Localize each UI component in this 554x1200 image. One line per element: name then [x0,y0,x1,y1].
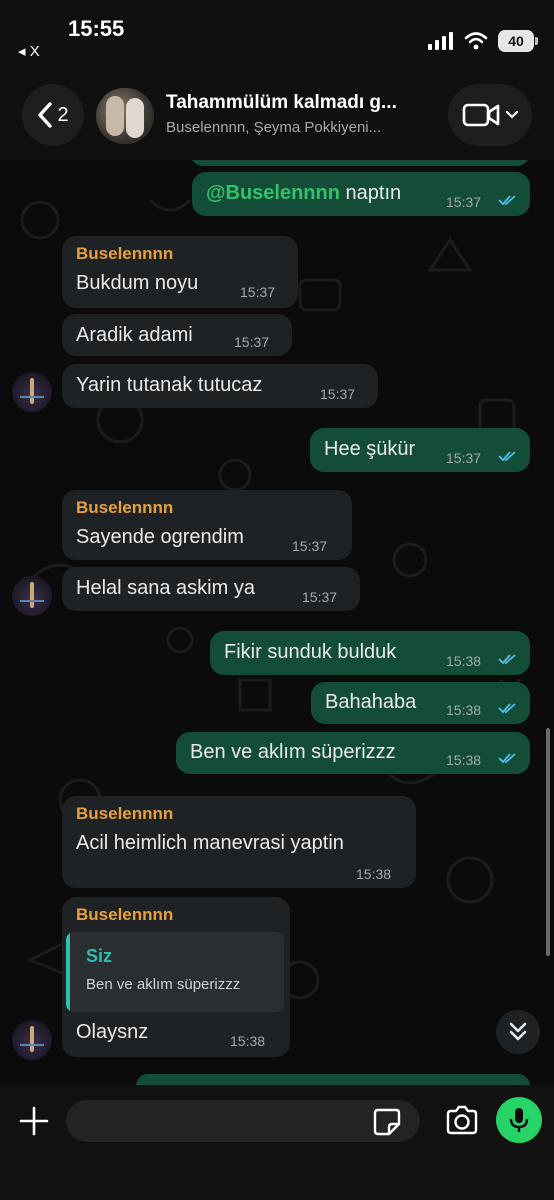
chat-title[interactable]: Tahammülüm kalmadı g... [166,92,428,114]
read-ticks-icon [498,451,516,462]
sticker-icon[interactable] [372,1107,402,1137]
voice-message-button[interactable] [496,1097,542,1143]
message-bubble-outgoing[interactable]: Hee şükür 15:37 [310,428,530,472]
quote-author: Siz [86,946,113,966]
message-time: 15:38 [446,702,482,718]
read-ticks-icon [498,753,516,764]
read-ticks-icon [498,195,516,206]
chevron-down-icon [506,111,518,119]
message-time: 15:37 [292,538,328,554]
message-text: Yarin tutanak tutucaz [76,374,263,396]
status-indicators: 40 [428,30,538,52]
camera-icon[interactable] [444,1103,480,1139]
message-text: Helal sana askim ya [76,577,255,599]
message-time: 15:38 [446,653,482,669]
message-text: @Buselennnn naptın [206,182,402,204]
chat-header: 15:55 ◂ X 40 2 Tahammülüm kalmadı g... B… [0,0,554,160]
status-back-to-app[interactable]: ◂ X [18,42,40,60]
message-time: 15:37 [446,194,482,210]
sender-name[interactable]: Buselennnn [76,244,173,264]
message-bubble-incoming[interactable]: Yarin tutanak tutucaz 15:37 [62,364,378,408]
attach-button[interactable] [14,1101,54,1141]
message-time: 15:38 [356,866,392,882]
wifi-icon [464,32,488,50]
sender-name[interactable]: Buselennnn [76,905,173,925]
message-time: 15:37 [320,386,356,402]
message-time: 15:38 [230,1033,266,1049]
read-ticks-icon [498,703,516,714]
read-ticks-icon [498,654,516,665]
message-text: Hee şükür [324,438,416,460]
message-time: 15:37 [302,589,338,605]
message-bubble-outgoing[interactable]: Bahahaba 15:38 [311,682,530,724]
quoted-message[interactable]: Siz Ben ve aklım süperizzz [66,932,284,1012]
sender-name[interactable]: Buselennnn [76,804,173,824]
sender-avatar[interactable] [12,1020,52,1060]
message-text: Sayende ogrendim [76,526,244,548]
message-bubble-incoming[interactable]: Buselennnn Sayende ogrendim 15:37 [62,490,352,560]
message-text: Ben ve aklım süperizzz [190,741,396,763]
message-composer [0,1085,554,1200]
sender-avatar[interactable] [12,372,52,412]
back-button[interactable]: 2 [22,84,84,146]
message-bubble-incoming[interactable]: Helal sana askim ya 15:37 [62,567,360,611]
sender-name[interactable]: Buselennnn [76,498,173,518]
message-bubble-incoming[interactable]: Buselennnn Acil heimlich manevrasi yapti… [62,796,416,888]
message-input[interactable] [66,1100,420,1142]
battery-indicator: 40 [498,30,538,52]
microphone-icon [509,1108,529,1132]
message-text: Bahahaba [325,691,417,713]
chevron-left-icon [38,102,53,128]
message-time: 15:37 [234,334,270,350]
message-time: 15:37 [240,284,276,300]
message-bubble-outgoing[interactable]: Fikir sunduk bulduk 15:38 [210,631,530,675]
unread-count: 2 [57,103,69,126]
plus-icon [19,1106,49,1136]
scroll-to-bottom-button[interactable] [496,1010,540,1054]
message-bubble-outgoing[interactable]: @Buselennnn naptın 15:37 [192,172,530,216]
message-text: Olaysnz [76,1021,149,1043]
group-avatar[interactable] [96,88,154,144]
status-time: 15:55 [68,16,125,41]
message-text: Acil heimlich manevrasi yaptin [76,832,344,854]
quote-accent-bar [66,932,70,1012]
chat-participants[interactable]: Buselennnn, Şeyma Pokkiyeni... [166,119,428,136]
video-camera-icon [462,103,500,127]
message-bubble-incoming[interactable]: Buselennnn Bukdum noyu 15:37 [62,236,298,308]
message-time: 15:38 [446,752,482,768]
double-chevron-down-icon [509,1022,527,1041]
message-bubble-incoming[interactable]: Aradik adami 15:37 [62,314,292,356]
message-text: Fikir sunduk bulduk [224,641,397,663]
quote-text: Ben ve aklım süperizzz [86,976,241,993]
mention[interactable]: @Buselennnn [206,182,340,204]
sender-avatar[interactable] [12,576,52,616]
message-text: Aradik adami [76,324,193,346]
message-bubble-outgoing[interactable]: Ben ve aklım süperizzz 15:38 [176,732,530,774]
video-call-button[interactable] [448,84,532,146]
message-time: 15:37 [446,450,482,466]
signal-icon [428,32,453,50]
scrollbar[interactable] [546,728,550,956]
message-text: Bukdum noyu [76,272,199,294]
